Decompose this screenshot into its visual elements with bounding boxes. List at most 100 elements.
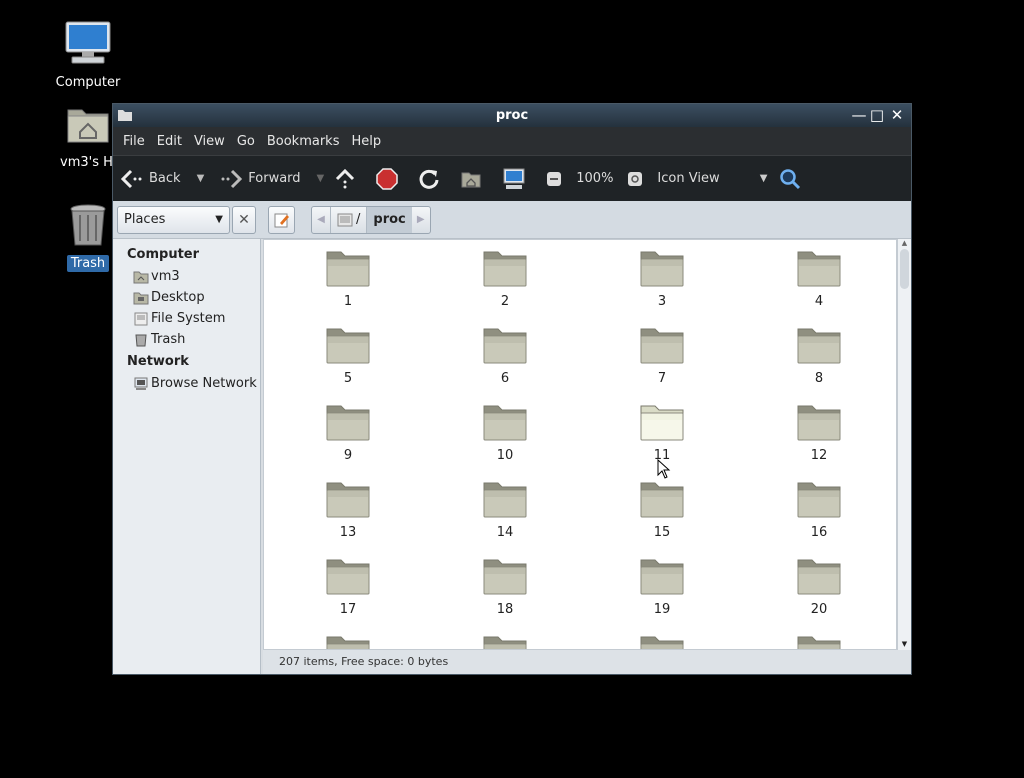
trash-icon <box>135 334 147 346</box>
file-item[interactable]: 11 <box>584 402 740 463</box>
file-item[interactable] <box>741 633 896 649</box>
file-item[interactable] <box>427 633 583 649</box>
file-item[interactable]: 16 <box>741 479 896 540</box>
desktop-icon-computer[interactable]: Computer <box>48 20 128 91</box>
folder-icon <box>326 251 370 287</box>
menu-bookmarks[interactable]: Bookmarks <box>261 134 346 149</box>
folder-icon <box>483 251 527 287</box>
file-item[interactable]: 8 <box>741 325 896 386</box>
close-button[interactable]: ✕ <box>889 106 905 124</box>
back-label: Back <box>149 171 181 186</box>
file-item[interactable]: 13 <box>270 479 426 540</box>
location-bar: Places ▼ ✕ ◀ / proc ▶ <box>113 201 911 239</box>
file-name: 13 <box>339 525 357 540</box>
file-name: 15 <box>653 525 671 540</box>
sidebar-item-trash[interactable]: Trash <box>113 329 260 350</box>
menu-help[interactable]: Help <box>345 134 387 149</box>
file-item[interactable] <box>270 633 426 649</box>
folder-icon <box>326 559 370 595</box>
toggle-location-entry-button[interactable] <box>268 205 295 234</box>
status-bar: 207 items, Free space: 0 bytes <box>263 650 911 674</box>
file-item[interactable]: 10 <box>427 402 583 463</box>
monitor-icon <box>65 21 111 64</box>
folder-icon <box>640 405 684 441</box>
close-icon: ✕ <box>238 211 250 228</box>
side-pane-value: Places <box>124 212 166 227</box>
home-button[interactable] <box>460 169 488 189</box>
reload-button[interactable] <box>418 168 446 190</box>
file-item[interactable]: 15 <box>584 479 740 540</box>
breadcrumb-root[interactable]: / <box>330 206 366 233</box>
folder-icon <box>326 405 370 441</box>
menu-view[interactable]: View <box>188 134 231 149</box>
sidebar-item-vm3[interactable]: vm3 <box>113 266 260 287</box>
search-icon <box>780 168 801 189</box>
sidebar-item-label: Desktop <box>151 290 205 305</box>
search-button[interactable] <box>779 168 807 190</box>
folder-icon <box>640 636 684 649</box>
file-name: 9 <box>343 448 353 463</box>
view-mode-value: Icon View <box>657 171 720 186</box>
title-bar[interactable]: proc — □ ✕ <box>113 104 911 127</box>
scrollbar-thumb[interactable] <box>900 249 909 289</box>
folder-icon <box>483 405 527 441</box>
forward-button[interactable]: Forward ▼ <box>220 169 324 189</box>
file-name: 14 <box>496 525 514 540</box>
computer-button[interactable] <box>502 168 532 190</box>
back-history-dropdown[interactable]: ▼ <box>197 173 205 184</box>
file-item[interactable]: 1 <box>270 248 426 309</box>
scroll-down-arrow[interactable]: ▼ <box>898 640 911 650</box>
file-item[interactable]: 2 <box>427 248 583 309</box>
file-item[interactable] <box>584 633 740 649</box>
file-item[interactable]: 20 <box>741 556 896 617</box>
file-item[interactable]: 3 <box>584 248 740 309</box>
back-button[interactable]: Back ▼ <box>121 169 204 189</box>
breadcrumb-left-arrow[interactable]: ◀ <box>312 214 330 225</box>
view-mode-select[interactable]: Icon View ▼ <box>657 171 767 186</box>
file-item[interactable]: 12 <box>741 402 896 463</box>
file-item[interactable]: 9 <box>270 402 426 463</box>
file-manager-window: proc — □ ✕ File Edit View Go Bookmarks H… <box>112 103 912 675</box>
scroll-up-arrow[interactable]: ▲ <box>898 239 911 249</box>
zoom-in-icon <box>628 171 643 186</box>
menu-file[interactable]: File <box>117 134 151 149</box>
close-side-pane-button[interactable]: ✕ <box>232 205 256 234</box>
maximize-button[interactable]: □ <box>869 106 885 124</box>
vertical-scrollbar[interactable]: ▲ ▼ <box>897 239 911 650</box>
stop-button[interactable] <box>376 167 404 190</box>
sidebar-item-browse-network[interactable]: Browse Network <box>113 373 260 394</box>
zoom-out-button[interactable] <box>546 171 568 187</box>
breadcrumb-right-arrow[interactable]: ▶ <box>412 214 430 225</box>
reload-icon <box>419 169 439 189</box>
side-pane-select[interactable]: Places ▼ <box>117 205 230 234</box>
file-item[interactable]: 7 <box>584 325 740 386</box>
minimize-button[interactable]: — <box>851 106 867 124</box>
forward-history-dropdown[interactable]: ▼ <box>317 173 325 184</box>
up-button[interactable] <box>334 168 362 190</box>
network-icon <box>134 377 148 390</box>
sidebar-item-desktop[interactable]: Desktop <box>113 287 260 308</box>
file-item[interactable]: 4 <box>741 248 896 309</box>
folder-icon <box>640 328 684 364</box>
file-item[interactable]: 17 <box>270 556 426 617</box>
menu-go[interactable]: Go <box>231 134 261 149</box>
menu-bar: File Edit View Go Bookmarks Help <box>113 127 911 155</box>
forward-label: Forward <box>248 171 301 186</box>
breadcrumb-proc[interactable]: proc <box>366 206 412 233</box>
sidebar-item-file-system[interactable]: File System <box>113 308 260 329</box>
file-item[interactable]: 18 <box>427 556 583 617</box>
sidebar-header-network: Network <box>127 354 189 369</box>
file-item[interactable]: 5 <box>270 325 426 386</box>
zoom-in-button[interactable] <box>627 171 649 187</box>
stop-icon <box>376 167 398 190</box>
toolbar: Back ▼ Forward ▼ 100% Icon View ▼ <box>113 155 911 201</box>
file-item[interactable]: 14 <box>427 479 583 540</box>
file-item[interactable]: 19 <box>584 556 740 617</box>
menu-edit[interactable]: Edit <box>151 134 188 149</box>
folder-icon <box>326 482 370 518</box>
file-name: 18 <box>496 602 514 617</box>
zoom-out-icon <box>547 171 562 186</box>
sidebar-header-computer: Computer <box>127 247 200 262</box>
file-item[interactable]: 6 <box>427 325 583 386</box>
file-name: 12 <box>810 448 828 463</box>
